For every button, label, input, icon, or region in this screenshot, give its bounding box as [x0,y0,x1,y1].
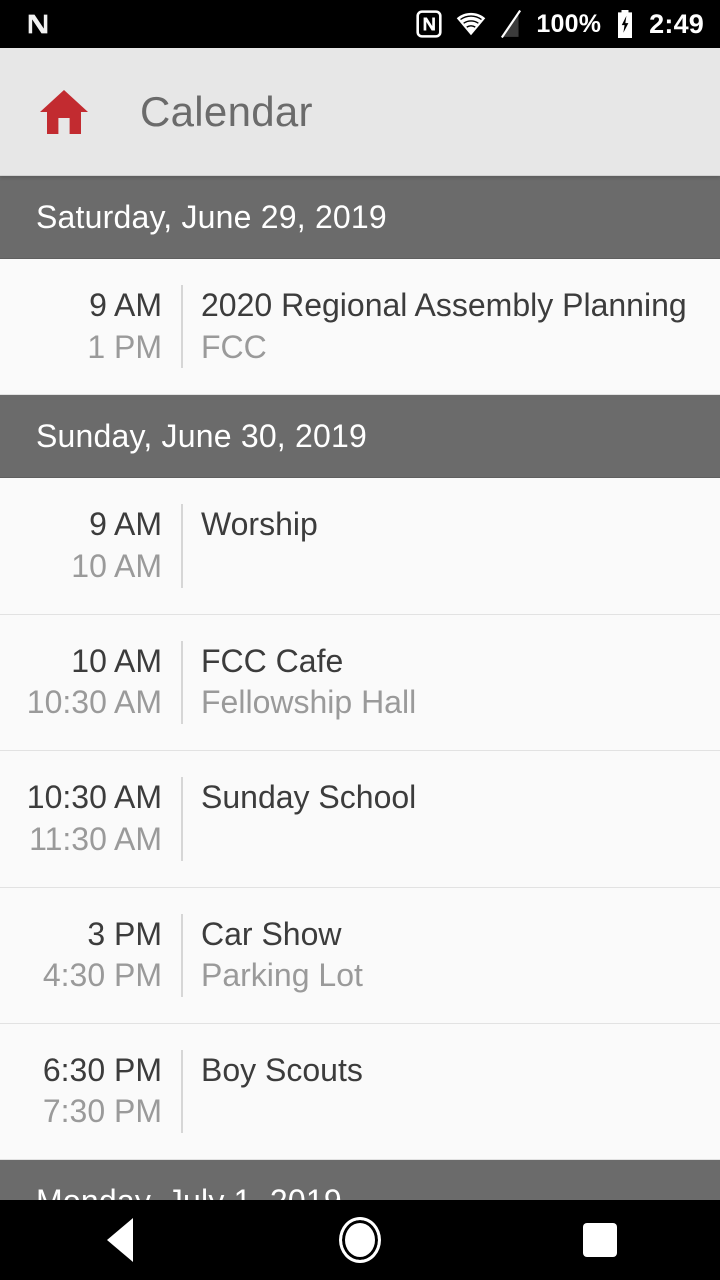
event-time-column: 10 AM 10:30 AM [0,641,181,724]
home-button[interactable] [36,84,92,140]
event-time-column: 9 AM 10 AM [0,504,181,587]
date-header-label: Saturday, June 29, 2019 [36,198,387,235]
event-title: Car Show [201,915,342,952]
status-bar-right: 100% 2:49 [416,9,704,40]
event-start-time: 10 AM [71,642,162,679]
event-time-column: 3 PM 4:30 PM [0,914,181,997]
event-time-column: 6:30 PM 7:30 PM [0,1050,181,1133]
calendar-list[interactable]: Saturday, June 29, 2019 9 AM 1 PM 2020 Regi… [0,176,720,1200]
event-location: Parking Lot [201,957,363,994]
event-end-time: 7:30 PM [42,1093,162,1130]
date-header: Sunday, June 30, 2019 [0,395,720,479]
date-header-label: Sunday, June 30, 2019 [36,417,367,454]
event-start-time: 3 PM [87,915,162,952]
event-title: Boy Scouts [201,1051,363,1088]
event-start-time: 6:30 PM [42,1051,162,1088]
android-n-logo-icon [24,10,52,38]
date-header: Monday, July 1, 2019 [0,1160,720,1200]
event-row[interactable]: 3 PM 4:30 PM Car Show Parking Lot [0,887,720,1024]
event-title: Worship [201,506,318,543]
event-end-time: 4:30 PM [42,957,162,994]
event-info-column: Boy Scouts [183,1050,720,1134]
home-nav-button[interactable] [315,1205,405,1275]
back-button[interactable] [75,1205,165,1275]
event-end-time: 10 AM [71,547,162,584]
event-location [201,1091,720,1133]
event-row[interactable]: 10 AM 10:30 AM FCC Cafe Fellowship Hall [0,614,720,751]
event-title: Sunday School [201,778,417,815]
recents-square-icon [583,1223,617,1257]
home-circle-icon [339,1217,381,1263]
date-header-label: Monday, July 1, 2019 [36,1183,342,1200]
clock-label: 2:49 [649,8,704,39]
nfc-icon [416,10,443,38]
event-info-column: 2020 Regional Assembly Planning FCC [183,285,720,368]
event-info-column: FCC Cafe Fellowship Hall [183,641,720,724]
battery-percent-label: 100% [536,9,602,38]
event-info-column: Car Show Parking Lot [183,914,720,997]
phone-screen: 100% 2:49 Calendar Saturday, June 29, 20… [0,0,720,1280]
event-end-time: 11:30 AM [29,820,162,857]
status-bar: 100% 2:49 [0,0,720,48]
event-row[interactable]: 6:30 PM 7:30 PM Boy Scouts [0,1023,720,1161]
event-location: Fellowship Hall [201,684,417,721]
event-info-column: Worship [183,504,720,588]
android-navigation-bar [0,1200,720,1280]
event-location: FCC [201,328,267,365]
no-signal-icon [500,10,522,38]
event-row[interactable]: 9 AM 10 AM Worship [0,478,720,615]
wifi-icon [456,11,486,37]
event-info-column: Sunday School [183,777,720,861]
event-time-column: 9 AM 1 PM [0,285,181,368]
event-row[interactable]: 10:30 AM 11:30 AM Sunday School [0,750,720,888]
event-time-column: 10:30 AM 11:30 AM [0,777,181,860]
event-row[interactable]: 9 AM 1 PM 2020 Regional Assembly Planning F… [0,259,720,396]
event-title: FCC Cafe [201,642,344,679]
recents-button[interactable] [555,1205,645,1275]
event-end-time: 1 PM [87,328,162,365]
event-title: 2020 Regional Assembly Planning [201,287,687,323]
event-start-time: 9 AM [89,506,162,543]
date-header: Saturday, June 29, 2019 [0,176,720,259]
event-location [201,819,720,861]
home-icon [38,88,90,136]
event-location [201,546,720,588]
status-bar-left [24,10,52,38]
event-start-time: 9 AM [89,287,162,323]
back-triangle-icon [107,1218,133,1262]
app-bar: Calendar [0,48,720,176]
event-end-time: 10:30 AM [26,684,162,721]
event-start-time: 10:30 AM [26,778,162,815]
page-title: Calendar [140,87,313,135]
battery-charging-icon [615,10,635,38]
